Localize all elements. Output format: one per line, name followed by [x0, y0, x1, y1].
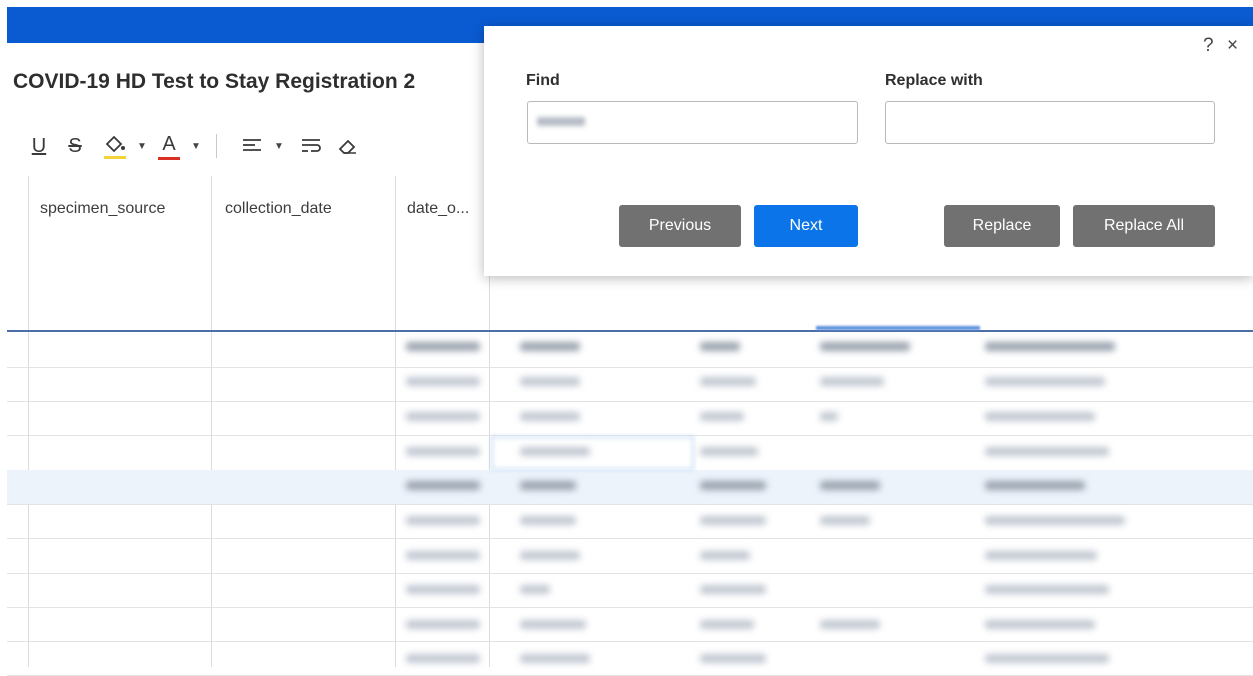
find-label: Find: [526, 72, 560, 89]
previous-button[interactable]: Previous: [619, 205, 741, 247]
column-header-collection-date[interactable]: collection_date: [225, 200, 332, 218]
eraser-icon: [336, 136, 358, 156]
align-left-icon: [241, 136, 263, 156]
replace-all-button[interactable]: Replace All: [1073, 205, 1215, 247]
toolbar-divider: [216, 134, 217, 158]
next-button[interactable]: Next: [754, 205, 858, 247]
column-header-specimen-source[interactable]: specimen_source: [40, 200, 165, 218]
font-color-button[interactable]: A: [154, 130, 184, 162]
align-button[interactable]: [239, 130, 265, 162]
fill-color-button[interactable]: [100, 130, 130, 162]
strikethrough-icon: S: [68, 134, 82, 157]
help-icon[interactable]: ?: [1203, 35, 1214, 57]
find-input[interactable]: [527, 101, 858, 144]
replace-with-label: Replace with: [885, 72, 983, 89]
wrap-text-icon: [300, 136, 322, 156]
replace-button[interactable]: Replace: [944, 205, 1060, 247]
underline-button[interactable]: U: [28, 130, 50, 162]
font-color-dropdown-icon[interactable]: ▼: [191, 130, 201, 162]
column-header-date-o[interactable]: date_o...: [407, 200, 469, 218]
font-color-icon: A: [158, 132, 180, 160]
format-toolbar: U S ▼ A ▼ ▼: [28, 130, 498, 162]
underline-icon: U: [31, 134, 47, 157]
redacted-data-area: [406, 276, 1253, 667]
clear-format-button[interactable]: [334, 130, 360, 162]
font-color-letter: A: [162, 133, 176, 155]
document-title: COVID-19 HD Test to Stay Registration 2: [13, 70, 416, 93]
fill-color-dropdown-icon[interactable]: ▼: [137, 130, 147, 162]
redacted-search-text: [537, 117, 585, 126]
strikethrough-button[interactable]: S: [64, 130, 86, 162]
replace-input[interactable]: [885, 101, 1215, 144]
paint-bucket-icon: [102, 132, 128, 160]
find-replace-dialog: ? × Find Replace with Previous Next Repl…: [484, 26, 1253, 276]
close-icon[interactable]: ×: [1227, 35, 1238, 57]
wrap-text-button[interactable]: [298, 130, 324, 162]
align-dropdown-icon[interactable]: ▼: [274, 130, 284, 162]
font-color-swatch: [158, 157, 180, 160]
